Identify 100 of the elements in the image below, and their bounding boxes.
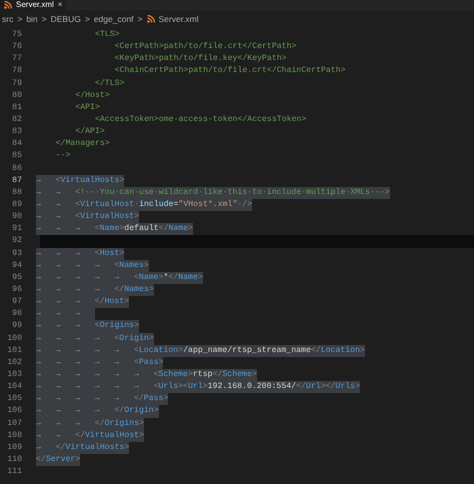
line-number: 104 <box>6 381 23 394</box>
code-token: > <box>158 356 164 369</box>
line-number: 95 <box>11 272 23 284</box>
code-token: < <box>56 174 61 187</box>
tab-marker: → <box>75 321 80 330</box>
tab-marker: → <box>36 188 41 197</box>
breadcrumb-item[interactable]: Server.xml <box>158 12 199 26</box>
code-token: > <box>188 223 194 236</box>
editor-tab[interactable]: Server.xml × <box>0 0 66 10</box>
line-number: 83 <box>11 126 23 138</box>
line-number: 111 <box>6 466 23 478</box>
tab-marker: → <box>75 394 80 404</box>
code-token: VirtualHosts <box>65 442 124 454</box>
code-token: Url <box>188 381 203 394</box>
code-token: Origins <box>104 418 140 430</box>
tab-marker: → <box>75 260 80 270</box>
tab-marker: → <box>94 272 100 282</box>
code-token: <API> <box>74 102 100 114</box>
line-number: 85 <box>11 150 23 162</box>
line-number: 110 <box>6 454 23 466</box>
tab-marker: → <box>75 346 80 355</box>
tab-marker: → <box>36 200 41 209</box>
code-token: > <box>148 332 154 345</box>
code-token: > <box>158 272 164 284</box>
code-token: > <box>154 405 159 418</box>
code-token: > <box>139 430 144 442</box>
tab-marker: → <box>75 297 80 306</box>
code-token: Name <box>100 223 120 236</box>
tab-marker: → <box>56 248 60 258</box>
code-token: <AccessToken>ome-access-token</AccessToken> <box>94 114 306 126</box>
code-token: > <box>252 368 257 381</box>
tab-marker: → <box>56 334 60 343</box>
line-number: 94 <box>11 260 23 272</box>
code-token: ·/> <box>237 198 252 211</box>
breadcrumb-item[interactable]: DEBUG <box>50 12 81 26</box>
tab-marker: → <box>75 382 80 392</box>
tab-marker: → <box>134 370 139 379</box>
code-token: </ <box>168 272 178 284</box>
breadcrumb-item[interactable]: bin <box>26 12 38 26</box>
line-number: 103 <box>6 368 23 381</box>
tab-marker: → <box>56 370 60 379</box>
line-number: 89 <box>11 198 23 211</box>
code-token: < <box>75 198 80 211</box>
line-number: 75 <box>11 29 23 41</box>
code-token: </Managers> <box>54 138 110 150</box>
tab-marker: → <box>56 212 60 222</box>
breadcrumb-item[interactable]: edge_conf <box>94 12 134 26</box>
tab-marker: → <box>75 406 80 416</box>
code-token: > <box>119 174 124 187</box>
tab-marker: → <box>114 370 120 379</box>
code-token: > <box>188 368 193 381</box>
line-number: 92 <box>11 235 23 248</box>
tab-marker: → <box>36 394 41 404</box>
code-token: > <box>355 381 360 394</box>
tab-marker: → <box>94 406 100 416</box>
code-token: VirtualHost <box>80 198 134 211</box>
code-token: Host <box>100 248 120 260</box>
tab-marker: → <box>56 260 60 270</box>
tab-marker: → <box>114 394 120 404</box>
code-token: >< <box>178 381 188 394</box>
tab-marker: → <box>114 382 120 392</box>
code-token: </ <box>36 454 46 466</box>
code-token: VirtualHost <box>80 211 134 224</box>
tab-marker: → <box>56 321 60 330</box>
tab-marker: → <box>36 212 41 222</box>
tab-marker: → <box>36 334 41 343</box>
line-number: 82 <box>11 114 23 126</box>
code-token: > <box>178 344 184 357</box>
line-number: 102 <box>6 356 23 369</box>
code-token: Name <box>138 272 159 284</box>
tab-marker: → <box>36 260 41 270</box>
breadcrumb-item[interactable]: src <box>2 12 14 26</box>
close-icon[interactable]: × <box>58 0 62 10</box>
breadcrumb-separator: > <box>84 12 90 26</box>
code-token: Urls <box>158 381 178 394</box>
line-number: 78 <box>11 65 23 78</box>
tab-marker: → <box>36 370 41 379</box>
tab-marker: → <box>75 334 80 343</box>
tab-marker: → <box>75 248 80 258</box>
code-token: < <box>114 332 120 345</box>
code-token: Origin <box>119 332 149 345</box>
line-number: 77 <box>11 53 23 66</box>
line-number: 87 <box>11 174 23 187</box>
code-token: Url <box>306 381 321 394</box>
code-token: <!--·You·can·use·wildcard·like·this·to·include·multiple·XMLs·--> <box>75 186 390 199</box>
tab-marker: → <box>56 309 60 318</box>
code-token: </ <box>75 430 86 442</box>
code-token: </ <box>94 418 105 430</box>
tab-marker: → <box>94 284 100 294</box>
tab-marker: → <box>36 358 41 367</box>
line-number: 93 <box>11 248 23 260</box>
tab-marker: → <box>94 260 100 270</box>
line-number: 84 <box>11 138 23 150</box>
code-token: Name <box>168 223 188 236</box>
line-number: 91 <box>11 223 23 236</box>
tab-marker: → <box>94 358 100 367</box>
line-number: 88 <box>11 186 23 199</box>
code-token: </API> <box>74 126 105 138</box>
code-token: Names <box>124 284 149 296</box>
tab-marker: → <box>36 272 41 282</box>
